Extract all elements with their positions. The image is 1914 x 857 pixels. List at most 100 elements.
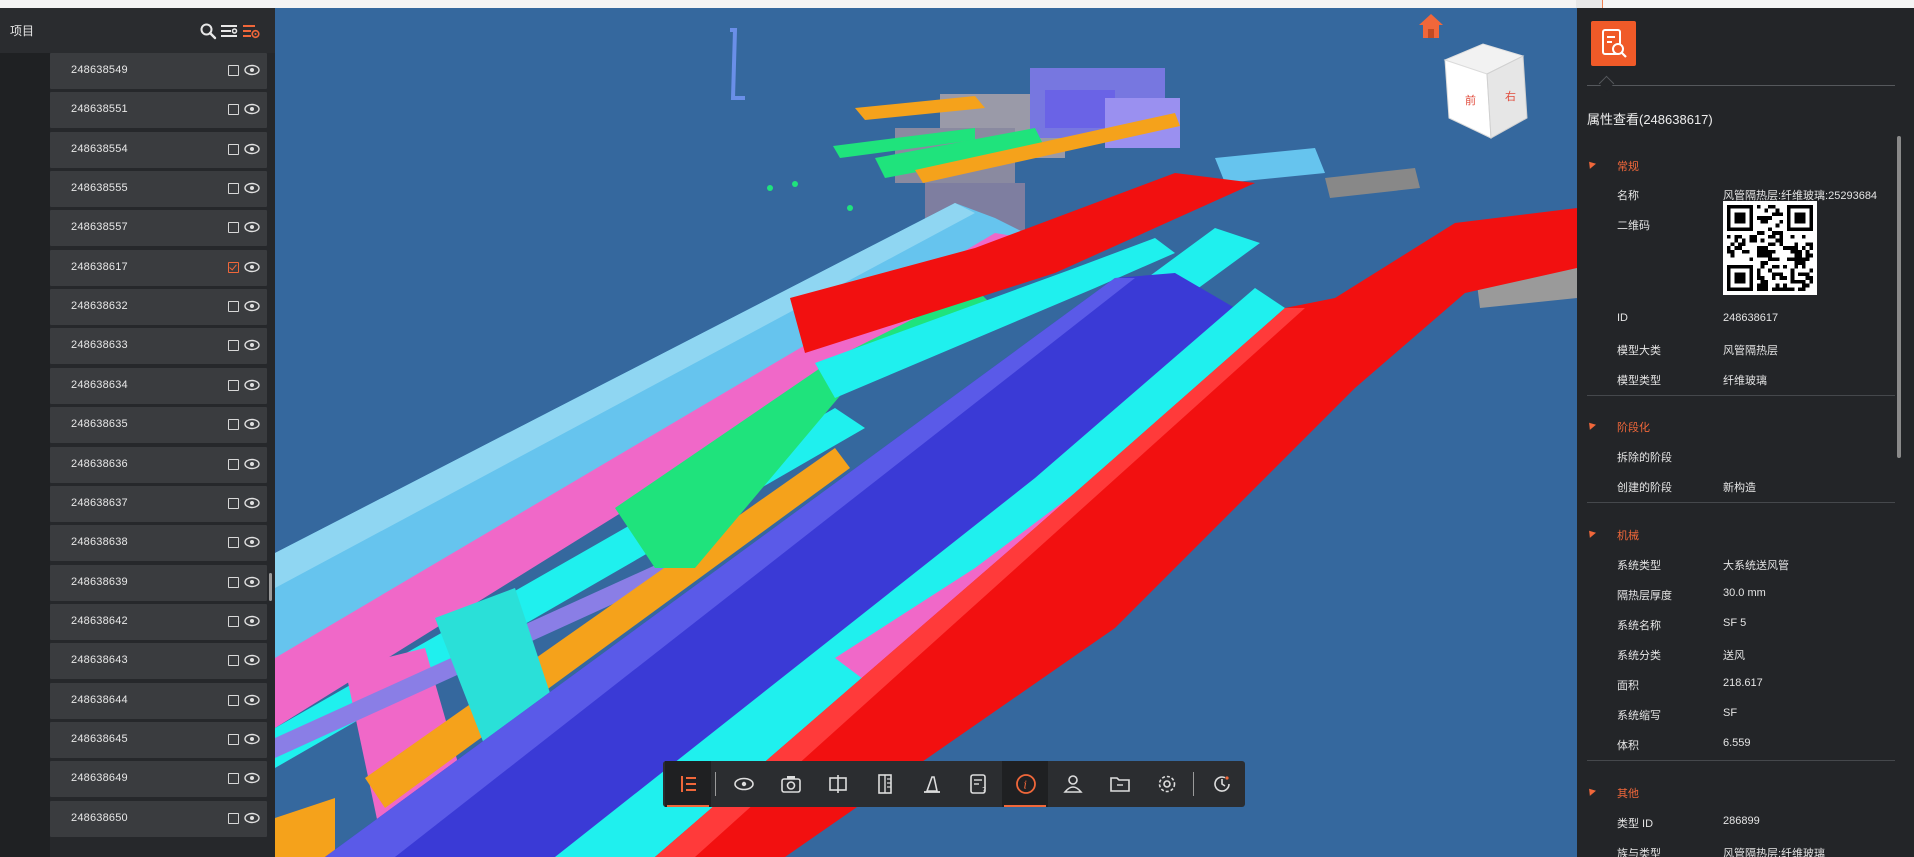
visibility-eye-icon[interactable] xyxy=(244,260,260,274)
tree-item-checkbox[interactable] xyxy=(228,773,239,785)
properties-button[interactable]: i xyxy=(1002,761,1048,807)
visibility-eye-icon[interactable] xyxy=(244,338,260,352)
list-filter-icon[interactable] xyxy=(220,22,238,40)
tree-item[interactable]: 248638633 xyxy=(50,328,267,365)
settings-button[interactable] xyxy=(1143,761,1189,807)
tree-item-label: 248638617 xyxy=(71,260,128,273)
history-button[interactable] xyxy=(1198,761,1244,807)
visibility-eye-icon[interactable] xyxy=(244,535,260,549)
view-button[interactable] xyxy=(720,761,766,807)
property-key: 模型大类 xyxy=(1617,345,1661,357)
visibility-eye-icon[interactable] xyxy=(244,142,260,156)
visibility-eye-icon[interactable] xyxy=(244,181,260,195)
folder-button[interactable] xyxy=(1096,761,1142,807)
tab-pointer xyxy=(1598,75,1615,92)
tree-item[interactable]: 248638632 xyxy=(50,289,267,326)
tree-item-checkbox[interactable] xyxy=(228,458,239,470)
tree-item-checkbox[interactable] xyxy=(228,419,239,431)
property-value: 新构造 xyxy=(1723,482,1756,494)
visibility-eye-icon[interactable] xyxy=(244,575,260,589)
collapse-triangle-icon xyxy=(1586,159,1596,169)
tree-item[interactable]: 248638644 xyxy=(50,682,267,719)
property-view-tab[interactable] xyxy=(1591,21,1636,66)
svg-text:i: i xyxy=(1024,779,1028,792)
visibility-eye-icon[interactable] xyxy=(244,102,260,116)
visibility-eye-icon[interactable] xyxy=(244,732,260,746)
tree-item-checkbox[interactable] xyxy=(228,340,239,352)
tree-item[interactable]: 248638551 xyxy=(50,92,267,129)
tree-item-label: 248638650 xyxy=(71,811,128,824)
tree-item[interactable]: 248638549 xyxy=(50,53,267,89)
tree-item[interactable]: 248638643 xyxy=(50,643,267,680)
model-3d-viewport[interactable]: 前 右 ? i xyxy=(275,8,1577,857)
property-value: 送风 xyxy=(1723,650,1745,662)
tree-item[interactable]: 248638638 xyxy=(50,525,267,562)
tree-item-checkbox[interactable] xyxy=(228,576,239,588)
property-value: 风管隔热层:纤维玻璃 xyxy=(1723,848,1826,857)
tree-item[interactable]: 248638554 xyxy=(50,131,267,168)
list-settings-icon[interactable] xyxy=(242,22,260,40)
visibility-eye-icon[interactable] xyxy=(244,614,260,628)
tree-item-checkbox[interactable] xyxy=(228,183,239,195)
navcube-front-label: 前 xyxy=(1465,93,1476,107)
search-icon[interactable] xyxy=(199,22,217,40)
section-box-button[interactable] xyxy=(814,761,860,807)
tree-item-checkbox[interactable] xyxy=(228,222,239,234)
tree-item[interactable]: 248638642 xyxy=(50,603,267,640)
user-button[interactable] xyxy=(1049,761,1095,807)
visibility-eye-icon[interactable] xyxy=(244,653,260,667)
tree-item[interactable]: 248638636 xyxy=(50,446,267,483)
measure-button[interactable] xyxy=(861,761,907,807)
toolbar-separator xyxy=(715,772,716,796)
duct-orange-left[interactable] xyxy=(275,798,335,857)
annotation-button[interactable]: ? xyxy=(955,761,1001,807)
tree-item-checkbox[interactable] xyxy=(228,104,239,116)
visibility-eye-icon[interactable] xyxy=(244,811,260,825)
tree-item-checkbox[interactable] xyxy=(228,655,239,667)
visibility-eye-icon[interactable] xyxy=(244,220,260,234)
tree-item[interactable]: 248638645 xyxy=(50,721,267,758)
property-value: 248638617 xyxy=(1723,312,1779,324)
tree-item-label: 248638634 xyxy=(71,378,128,391)
tree-item-checkbox[interactable] xyxy=(228,615,239,627)
tree-item[interactable]: 248638557 xyxy=(50,210,267,247)
tree-item-checkbox[interactable] xyxy=(228,261,239,273)
tools-button[interactable] xyxy=(908,761,954,807)
visibility-eye-icon[interactable] xyxy=(244,693,260,707)
tree-item-checkbox[interactable] xyxy=(228,733,239,745)
history-icon xyxy=(1214,776,1230,792)
tree-item[interactable]: 248638634 xyxy=(50,367,267,404)
tree-item-checkbox[interactable] xyxy=(228,812,239,824)
tree-item-checkbox[interactable] xyxy=(228,143,239,155)
tree-item-checkbox[interactable] xyxy=(228,497,239,509)
tree-item[interactable]: 248638637 xyxy=(50,485,267,522)
property-value: 风管隔热层 xyxy=(1723,345,1778,357)
bim-model-scene[interactable] xyxy=(275,8,1577,857)
tree-item[interactable]: 248638649 xyxy=(50,761,267,798)
tree-scrollbar[interactable] xyxy=(269,573,272,601)
navigation-cube[interactable]: 前 右 xyxy=(1435,38,1535,148)
tree-item-checkbox[interactable] xyxy=(228,379,239,391)
visibility-eye-icon[interactable] xyxy=(244,417,260,431)
tree-item-checkbox[interactable] xyxy=(228,537,239,549)
screenshot-button[interactable] xyxy=(767,761,813,807)
visibility-eye-icon[interactable] xyxy=(244,299,260,313)
tree-item[interactable]: 248638650 xyxy=(50,800,267,837)
visibility-eye-icon[interactable] xyxy=(244,63,260,77)
tree-item[interactable]: 248638635 xyxy=(50,407,267,444)
folder-icon xyxy=(1110,777,1130,792)
visibility-eye-icon[interactable] xyxy=(244,771,260,785)
toolbar-separator xyxy=(1193,772,1194,796)
tree-item-checkbox[interactable] xyxy=(228,301,239,313)
tree-item-checkbox[interactable] xyxy=(228,65,239,76)
visibility-eye-icon[interactable] xyxy=(244,457,260,471)
tree-item[interactable]: 248638555 xyxy=(50,171,267,208)
properties-scrollbar[interactable] xyxy=(1897,136,1901,458)
visibility-eye-icon[interactable] xyxy=(244,378,260,392)
tree-item-label: 248638551 xyxy=(71,103,128,116)
tree-list-button[interactable] xyxy=(665,761,711,807)
tree-item[interactable]: 248638617 xyxy=(50,249,267,286)
tree-item[interactable]: 248638639 xyxy=(50,564,267,601)
tree-item-checkbox[interactable] xyxy=(228,694,239,706)
visibility-eye-icon[interactable] xyxy=(244,496,260,510)
